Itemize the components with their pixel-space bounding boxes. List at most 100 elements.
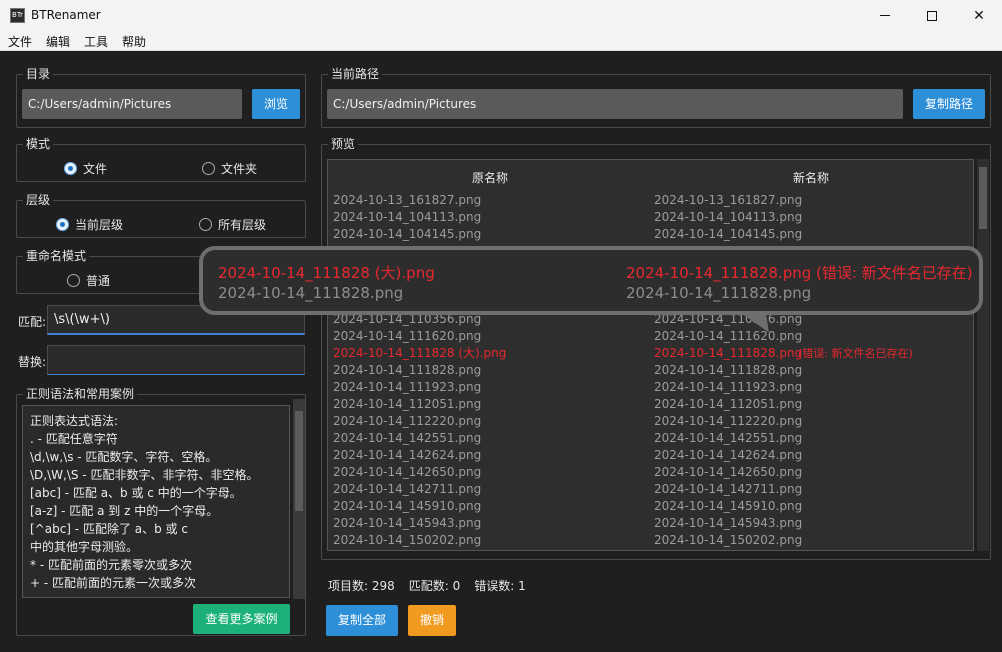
menu-file[interactable]: 文件 [8, 33, 32, 50]
table-row[interactable]: 2024-10-14_150202.png 2024-10-14_150202.p… [328, 532, 973, 549]
rename-mode-normal-radio[interactable]: 普通 [67, 272, 110, 289]
help-line: + - 匹配前面的元素一次或多次 [30, 576, 197, 590]
level-current-radio[interactable]: 当前层级 [56, 216, 123, 233]
preview-table[interactable]: 原名称 新名称 2024-10-13_161827.png 2024-10-13_… [327, 159, 974, 551]
undo-button[interactable]: 撤销 [408, 605, 456, 636]
table-row[interactable]: 2024-10-14_104113.png 2024-10-14_104113.p… [328, 209, 973, 226]
mode-group: 模式 [16, 136, 306, 182]
original-name-cell: 2024-10-14_111620.png [333, 329, 482, 343]
title-bar: BTr BTRenamer ✕ [0, 0, 1002, 31]
table-row[interactable]: 2024-10-14_104145.png 2024-10-14_104145.p… [328, 226, 973, 243]
original-name-cell: 2024-10-14_150202.png [333, 533, 482, 547]
new-name-cell: 2024-10-14_111923.png [654, 380, 803, 394]
table-row[interactable]: 2024-10-14_112051.png 2024-10-14_112051.p… [328, 396, 973, 413]
help-scrollbar[interactable] [293, 399, 305, 599]
level-current-label: 当前层级 [75, 218, 124, 232]
window-title: BTRenamer [31, 8, 101, 22]
original-name-cell: 2024-10-14_142711.png [333, 482, 482, 496]
new-name-cell: 2024-10-14_111620.png [654, 329, 803, 343]
zoom-line-old-error: 2024-10-14_111828 (大).png [218, 264, 435, 282]
help-line: . - 匹配任意字符 [30, 432, 118, 446]
original-name-cell: 2024-10-14_142551.png [333, 431, 482, 445]
help-line: * - 匹配前面的元素零次或多次 [30, 558, 192, 572]
directory-label: 目录 [23, 66, 54, 82]
item-count: 项目数: 298 [328, 579, 395, 593]
new-name-cell: 2024-10-14_142650.png [654, 465, 803, 479]
menu-bar: 文件 编辑 工具 帮助 [0, 31, 1002, 51]
preview-scrollbar-thumb[interactable] [979, 167, 987, 229]
help-line: 正则表达式语法: [30, 414, 119, 428]
level-label: 层级 [23, 192, 54, 208]
regex-help-label: 正则语法和常用案例 [23, 386, 138, 402]
table-row[interactable]: 2024-10-14_145910.png 2024-10-14_145910.p… [328, 498, 973, 515]
copy-all-button[interactable]: 复制全部 [326, 605, 398, 636]
zoom-line-new: 2024-10-14_111828.png [626, 284, 812, 302]
maximize-button[interactable] [909, 0, 955, 31]
table-row[interactable]: 2024-10-14_142711.png 2024-10-14_142711.p… [328, 481, 973, 498]
error-message: (错误: 新文件名已存在) [798, 347, 913, 360]
table-row[interactable]: 2024-10-14_142650.png 2024-10-14_142650.p… [328, 464, 973, 481]
directory-input[interactable]: C:/Users/admin/Pictures [22, 89, 242, 119]
table-row[interactable]: 2024-10-14_111828.png 2024-10-14_111828.p… [328, 362, 973, 379]
table-row[interactable]: 2024-10-14_111923.png 2024-10-14_111923.p… [328, 379, 973, 396]
new-name-cell: 2024-10-14_142624.png [654, 448, 803, 462]
zoom-line-old: 2024-10-14_111828.png [218, 284, 404, 302]
original-name-cell: 2024-10-14_111923.png [333, 380, 482, 394]
match-count: 匹配数: 0 [408, 579, 461, 593]
table-row[interactable]: 2024-10-14_111828 (大).png 2024-10-14_1118… [328, 345, 973, 362]
table-row[interactable]: 2024-10-14_142624.png 2024-10-14_142624.p… [328, 447, 973, 464]
menu-tools[interactable]: 工具 [84, 33, 108, 50]
help-line: \d,\w,\s - 匹配数字、字符、空格。 [30, 450, 218, 464]
rename-mode-label: 重命名模式 [23, 248, 90, 264]
original-name-cell: 2024-10-14_145943.png [333, 516, 482, 530]
maximize-icon [927, 10, 937, 21]
zoom-line-new-error: 2024-10-14_111828.png (错误: 新文件名已存在) [626, 264, 973, 282]
menu-help[interactable]: 帮助 [122, 33, 146, 50]
new-name-cell: 2024-10-14_111828.png [654, 346, 803, 360]
original-name-cell: 2024-10-13_161827.png [333, 193, 482, 207]
table-header: 原名称 新名称 [328, 160, 973, 192]
more-examples-button[interactable]: 查看更多案例 [193, 604, 290, 634]
new-name-cell: 2024-10-14_142551.png [654, 431, 803, 445]
mode-folder-radio[interactable]: 文件夹 [202, 160, 257, 177]
mode-file-radio[interactable]: 文件 [64, 160, 107, 177]
browse-button[interactable]: 浏览 [252, 89, 300, 119]
minimize-button[interactable] [862, 0, 908, 31]
new-name-cell: 2024-10-14_150202.png [654, 533, 803, 547]
table-row[interactable]: 2024-10-13_161827.png 2024-10-13_161827.p… [328, 192, 973, 209]
new-name-cell: 2024-10-14_104145.png [654, 227, 803, 241]
mode-label: 模式 [23, 136, 54, 152]
replace-input[interactable] [47, 345, 305, 375]
table-row[interactable]: 2024-10-14_142551.png 2024-10-14_142551.p… [328, 430, 973, 447]
zoom-tooltip: 2024-10-14_111828 (大).png 2024-10-14_111… [199, 246, 983, 315]
current-path-field[interactable]: C:/Users/admin/Pictures [327, 89, 903, 119]
mode-file-label: 文件 [83, 162, 108, 176]
help-scrollbar-thumb[interactable] [295, 411, 303, 511]
column-header-original[interactable]: 原名称 [472, 169, 508, 186]
original-name-cell: 2024-10-14_111828.png [333, 363, 482, 377]
column-header-new[interactable]: 新名称 [793, 169, 829, 186]
close-button[interactable]: ✕ [956, 0, 1002, 31]
menu-edit[interactable]: 编辑 [46, 33, 70, 50]
current-path-label: 当前路径 [328, 66, 383, 82]
table-row[interactable]: 2024-10-14_111620.png 2024-10-14_111620.p… [328, 328, 973, 345]
help-line: 中的其他字母测验。 [30, 540, 139, 554]
stats-bar: 项目数: 298 匹配数: 0 错误数: 1 [328, 577, 526, 594]
regex-help-text[interactable]: 正则表达式语法: . - 匹配任意字符 \d,\w,\s - 匹配数字、字符、空… [22, 405, 290, 598]
copy-path-button[interactable]: 复制路径 [913, 89, 985, 119]
preview-scrollbar[interactable] [977, 159, 989, 551]
level-all-label: 所有层级 [218, 218, 267, 232]
original-name-cell: 2024-10-14_104145.png [333, 227, 482, 241]
new-name-cell: 2024-10-14_112051.png [654, 397, 803, 411]
original-name-cell: 2024-10-14_104113.png [333, 210, 482, 224]
radio-unchecked-icon [202, 162, 215, 175]
radio-unchecked-icon [199, 218, 212, 231]
new-name-cell: 2024-10-14_145943.png [654, 516, 803, 530]
level-all-radio[interactable]: 所有层级 [199, 216, 266, 233]
radio-unchecked-icon [67, 274, 80, 287]
table-row[interactable]: 2024-10-14_112220.png 2024-10-14_112220.p… [328, 413, 973, 430]
help-line: [^abc] - 匹配除了 a、b 或 c [30, 522, 188, 536]
table-row[interactable]: 2024-10-14_145943.png 2024-10-14_145943.p… [328, 515, 973, 532]
original-name-cell: 2024-10-14_112051.png [333, 397, 482, 411]
help-line: \D,\W,\S - 匹配非数字、非字符、非空格。 [30, 468, 259, 482]
